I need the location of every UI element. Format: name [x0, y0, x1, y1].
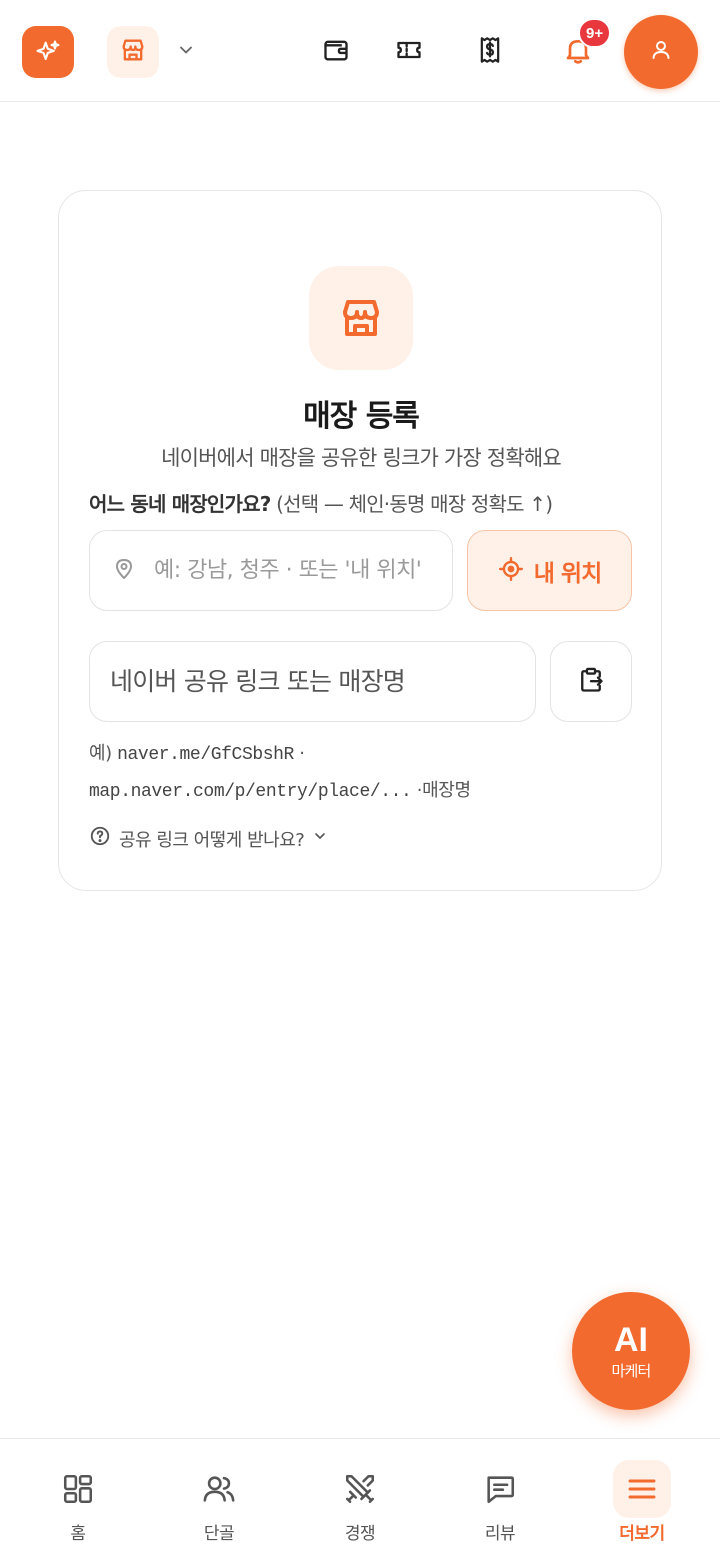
- nav-label-regulars: 단골: [203, 1524, 235, 1544]
- link-input-box[interactable]: [89, 641, 536, 722]
- menu-icon: [613, 1460, 671, 1518]
- card-description: 네이버에서 매장을 공유한 링크가 가장 정확해요: [161, 446, 562, 470]
- area-input[interactable]: [154, 558, 444, 583]
- top-bar: 9+: [0, 0, 720, 102]
- chevron-down-icon: [312, 828, 328, 849]
- paste-button[interactable]: [550, 641, 632, 722]
- receipt-icon[interactable]: [474, 34, 506, 66]
- profile-button[interactable]: [624, 15, 698, 89]
- example-line-1: 예) naver.me/GfCSbshR ·: [89, 739, 305, 765]
- nav-item-home[interactable]: 홈: [18, 1439, 138, 1558]
- help-label: 공유 링크 어떻게 받나요?: [119, 829, 305, 851]
- area-hint: (선택 — 체인·동명 매장 정확도 ↑): [276, 492, 553, 516]
- sparkle-icon[interactable]: [22, 26, 74, 78]
- help-circle-icon: [89, 825, 111, 852]
- nav-item-reviews[interactable]: 리뷰: [440, 1439, 560, 1558]
- store-icon: [309, 266, 413, 370]
- my-location-label: 내 위치: [533, 560, 602, 587]
- wallet-icon[interactable]: [320, 34, 352, 66]
- bottom-nav: 홈 단골 경쟁 리뷰 더보기: [0, 1438, 720, 1558]
- share-link-help-toggle[interactable]: 공유 링크 어떻게 받나요?: [89, 825, 328, 852]
- ticket-icon[interactable]: [393, 34, 425, 66]
- ai-fab-title: AI: [614, 1320, 648, 1359]
- store-selector-button[interactable]: [107, 26, 159, 78]
- example-link-long: map.naver.com/p/entry/place/...: [89, 782, 412, 802]
- example-link-short: naver.me/GfCSbshR: [117, 745, 294, 765]
- nav-label-more: 더보기: [619, 1524, 665, 1544]
- nav-label-competition: 경쟁: [344, 1524, 376, 1544]
- link-input[interactable]: [110, 667, 530, 696]
- area-input-box[interactable]: [89, 530, 453, 611]
- user-icon: [649, 38, 673, 66]
- nav-item-regulars[interactable]: 단골: [159, 1439, 279, 1558]
- my-location-button[interactable]: 내 위치: [467, 530, 632, 611]
- notification-badge: 9+: [578, 18, 612, 48]
- example-separator: ·: [299, 743, 305, 764]
- chevron-down-icon[interactable]: [174, 38, 198, 62]
- clipboard-paste-icon: [577, 666, 605, 698]
- swords-icon: [340, 1469, 380, 1509]
- store-icon: [119, 36, 147, 68]
- area-label: 어느 동네 매장인가요? (선택 — 체인·동명 매장 정확도 ↑): [89, 488, 649, 517]
- example-line-2: map.naver.com/p/entry/place/... ·매장명: [89, 776, 471, 802]
- nav-item-competition[interactable]: 경쟁: [300, 1439, 420, 1558]
- nav-label-home: 홈: [70, 1524, 86, 1544]
- location-pin-icon: [112, 557, 136, 585]
- ai-marketer-button[interactable]: AI 마케터: [572, 1292, 690, 1410]
- crosshair-icon: [498, 556, 524, 586]
- example-suffix: 매장명: [422, 780, 471, 801]
- example-prefix: 예): [89, 743, 112, 764]
- grid-icon: [58, 1469, 98, 1509]
- area-question: 어느 동네 매장인가요?: [89, 492, 271, 516]
- nav-label-reviews: 리뷰: [484, 1524, 516, 1544]
- ai-fab-subtitle: 마케터: [611, 1361, 651, 1380]
- users-icon: [199, 1469, 239, 1509]
- nav-item-more[interactable]: 더보기: [582, 1439, 702, 1558]
- card-title: 매장 등록: [303, 399, 420, 434]
- message-icon: [480, 1469, 520, 1509]
- store-registration-card: 매장 등록 네이버에서 매장을 공유한 링크가 가장 정확해요 어느 동네 매장…: [58, 190, 662, 891]
